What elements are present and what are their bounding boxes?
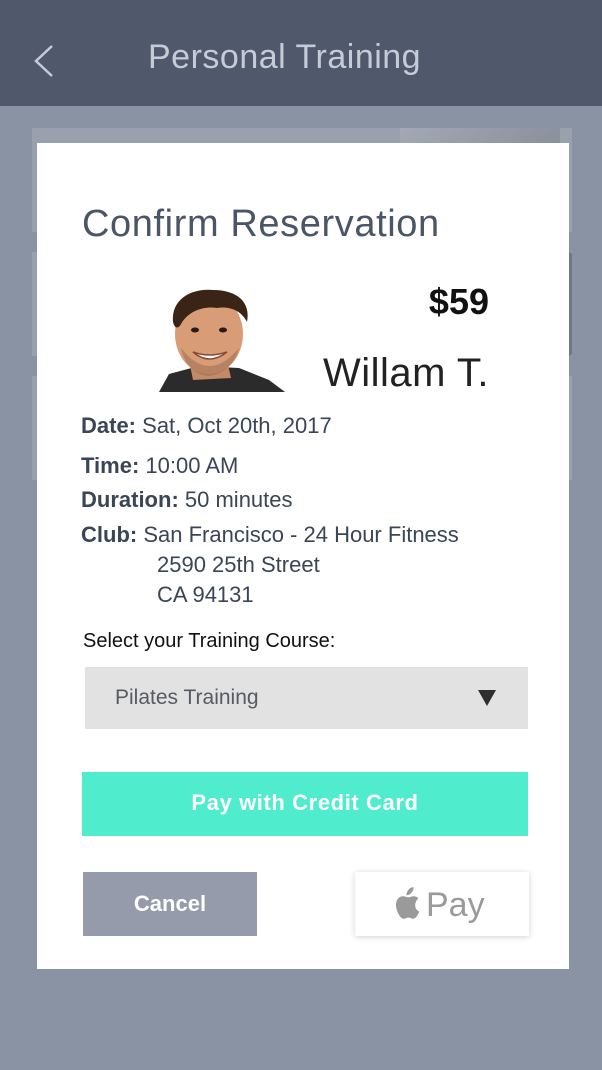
date-label: Date: [81, 413, 137, 438]
time-value: 10:00 AM [145, 453, 239, 478]
apple-pay-button[interactable]: Pay [355, 872, 529, 936]
course-select-value: Pilates Training [115, 686, 259, 709]
date-row: Date: Sat, Oct 20th, 2017 [81, 413, 332, 439]
dialog-title: Confirm Reservation [82, 203, 440, 245]
club-row: Club: San Francisco - 24 Hour Fitness [81, 522, 459, 548]
time-label: Time: [81, 453, 140, 478]
page-title: Personal Training [148, 38, 422, 76]
caret-down-icon [478, 690, 496, 706]
club-value: San Francisco - 24 Hour Fitness [143, 522, 459, 547]
duration-row: Duration: 50 minutes [81, 487, 293, 513]
app-header: Personal Training [0, 0, 602, 106]
address-line-2: CA 94131 [157, 582, 254, 607]
apple-pay-label: Pay [426, 886, 485, 924]
cancel-button[interactable]: Cancel [83, 872, 257, 936]
confirm-reservation-dialog: Confirm Reservation $59 Willam T. Date: … [37, 143, 569, 969]
course-select[interactable]: Pilates Training [85, 667, 528, 729]
price-label: $59 [428, 281, 489, 322]
time-row: Time: 10:00 AM [81, 453, 238, 479]
date-value: Sat, Oct 20th, 2017 [142, 413, 332, 438]
trainer-avatar [129, 288, 285, 392]
duration-value: 50 minutes [184, 487, 293, 512]
back-button[interactable] [28, 36, 68, 84]
duration-label: Duration: [81, 487, 179, 512]
club-label: Club: [81, 522, 138, 547]
trainer-name: Willam T. [323, 351, 489, 395]
course-select-label: Select your Training Course: [83, 630, 336, 652]
address-line-1: 2590 25th Street [157, 552, 320, 577]
pay-with-credit-card-button[interactable]: Pay with Credit Card [82, 772, 528, 836]
chevron-left-icon [34, 45, 53, 77]
apple-icon [396, 887, 420, 919]
